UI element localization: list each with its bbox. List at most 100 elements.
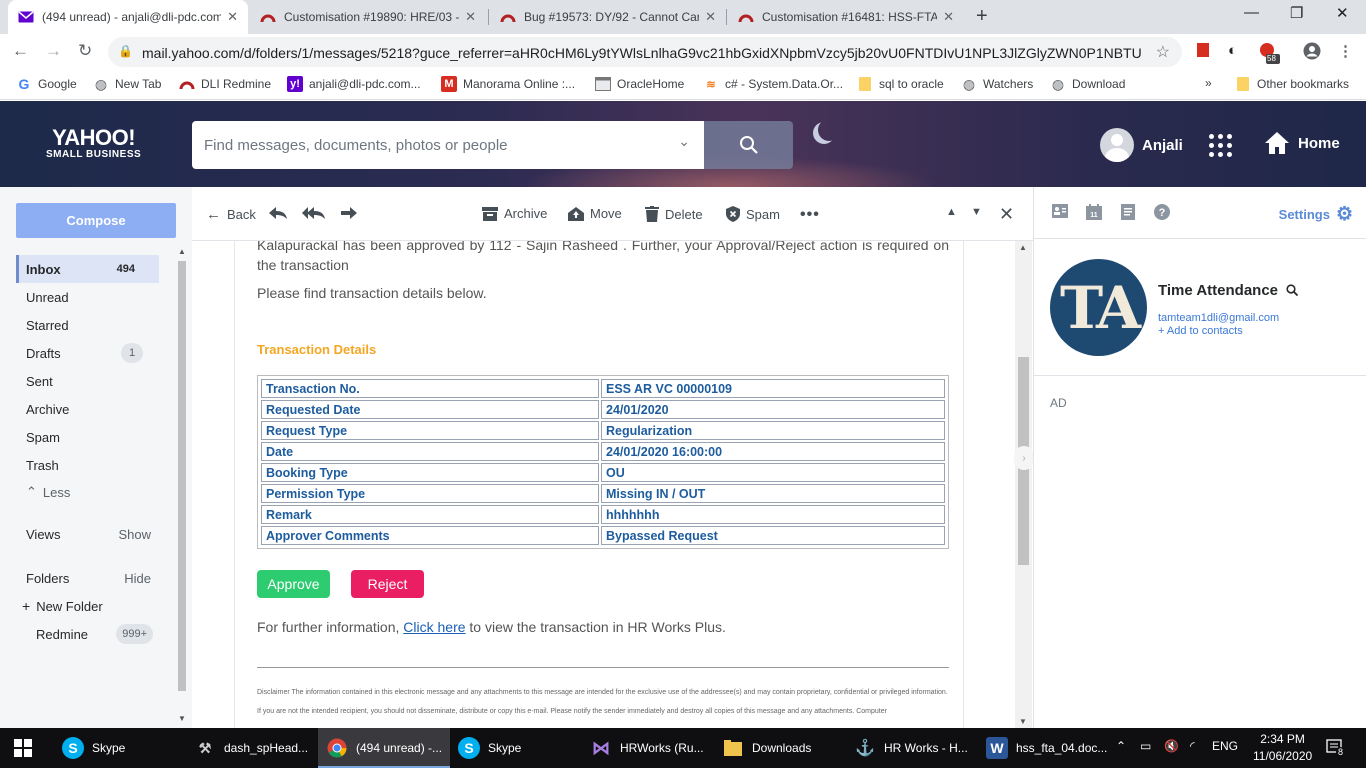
taskbar-item-skype-2[interactable]: S Skype — [450, 728, 582, 768]
calendar-icon[interactable]: 11 — [1086, 204, 1102, 224]
views-show-toggle[interactable]: Show — [118, 527, 151, 542]
bookmark-oraclehome[interactable]: OracleHome — [595, 76, 684, 92]
wifi-icon[interactable]: ◜ — [1190, 739, 1195, 753]
tab-redmine-19573[interactable]: Bug #19573: DY/92 - Cannot Car ✕ — [490, 0, 726, 34]
bookmark-stackoverflow[interactable]: ≋ c# - System.Data.Or... — [703, 76, 843, 92]
reload-icon[interactable]: ↻ — [78, 41, 92, 61]
taskbar-item-visual-studio[interactable]: ⋈ HRWorks (Ru... — [582, 728, 714, 768]
taskbar-item-word[interactable]: W hss_fta_04.doc... — [978, 728, 1110, 768]
notification-icon[interactable]: 8 — [1326, 739, 1346, 758]
new-tab-icon[interactable]: + — [976, 5, 988, 28]
restore-icon[interactable]: ❐ — [1290, 4, 1303, 22]
close-tab-icon[interactable]: ✕ — [227, 9, 238, 25]
folder-spam[interactable]: Spam — [16, 423, 159, 451]
more-actions-icon[interactable]: ••• — [800, 206, 820, 224]
delete-button[interactable]: Delete — [645, 206, 703, 222]
folder-inbox[interactable]: Inbox 494 — [16, 255, 159, 283]
taskbar-item-dash[interactable]: ⚒ dash_spHead... — [186, 728, 318, 768]
approve-button[interactable]: Approve — [257, 570, 330, 598]
bookmark-yahoo-mail[interactable]: y! anjali@dli-pdc.com... — [287, 76, 421, 92]
close-tab-icon[interactable]: ✕ — [943, 9, 954, 25]
reply-all-button[interactable] — [302, 206, 326, 220]
folder-starred[interactable]: Starred — [16, 311, 159, 339]
folder-unread[interactable]: Unread — [16, 283, 159, 311]
move-button[interactable]: Move — [568, 206, 622, 221]
help-icon[interactable]: ? — [1154, 204, 1170, 224]
language-indicator[interactable]: ENG — [1212, 739, 1238, 753]
taskbar-item-skype-1[interactable]: S Skype — [54, 728, 186, 768]
user-menu[interactable]: Anjali — [1100, 128, 1183, 162]
menu-kebab-icon[interactable]: ⋮ — [1338, 42, 1353, 60]
contact-email[interactable]: tamteam1dli@gmail.com — [1158, 312, 1279, 324]
folder-sent[interactable]: Sent — [16, 367, 159, 395]
extension-dark-icon[interactable]: ◐ — [1228, 42, 1237, 59]
tab-redmine-19890[interactable]: Customisation #19890: HRE/03 - ✕ — [250, 0, 486, 34]
start-button[interactable] — [14, 728, 36, 768]
extension-notify-icon[interactable]: 58 — [1258, 42, 1280, 68]
taskbar-item-downloads[interactable]: Downloads — [714, 728, 846, 768]
reply-button[interactable] — [268, 206, 288, 220]
contact-name[interactable]: Time Attendance — [1158, 282, 1278, 299]
folder-trash[interactable]: Trash — [16, 451, 159, 479]
close-message-icon[interactable]: ✕ — [999, 204, 1014, 225]
bookmark-new-tab[interactable]: ◍ New Tab — [93, 76, 162, 92]
archive-button[interactable]: Archive — [482, 206, 547, 221]
battery-icon[interactable]: ▭ — [1140, 739, 1151, 753]
bookmarks-overflow[interactable]: » — [1205, 76, 1212, 90]
contacts-icon[interactable] — [1052, 204, 1068, 222]
notepad-icon[interactable] — [1121, 204, 1135, 224]
new-folder-button[interactable]: + New Folder — [12, 592, 155, 620]
bookmark-watchers[interactable]: ◍ Watchers — [961, 76, 1033, 92]
close-tab-icon[interactable]: ✕ — [705, 9, 716, 25]
sidebar-scrollbar[interactable]: ▲ ▼ — [176, 247, 188, 723]
bookmark-manorama[interactable]: M Manorama Online :... — [441, 76, 575, 92]
chevron-up-icon[interactable]: ⌃ — [1116, 739, 1126, 753]
forward-arrow-icon[interactable]: → — [45, 41, 62, 61]
bookmark-download[interactable]: ◍ Download — [1050, 76, 1125, 92]
previous-message-icon[interactable]: ▲ — [946, 206, 957, 218]
lock-icon: 🔒 — [118, 44, 133, 58]
apps-grid-icon[interactable] — [1209, 134, 1232, 157]
folder-redmine[interactable]: Redmine 999+ — [26, 620, 159, 648]
next-message-icon[interactable]: ▼ — [971, 206, 982, 218]
bookmark-google[interactable]: G Google — [16, 76, 77, 92]
system-clock[interactable]: 2:34 PM 11/06/2020 — [1253, 731, 1312, 765]
tab-yahoo-mail[interactable]: (494 unread) - anjali@dli-pdc.com ✕ — [8, 0, 248, 34]
folder-drafts[interactable]: Drafts 1 — [16, 339, 159, 367]
reject-button[interactable]: Reject — [351, 570, 424, 598]
close-window-icon[interactable]: ✕ — [1336, 4, 1349, 22]
mail-search-input[interactable] — [192, 121, 652, 169]
minimize-icon[interactable]: — — [1244, 4, 1259, 21]
yahoo-logo[interactable]: YAHOO! SMALL BUSINESS — [46, 125, 141, 160]
message-scrollbar[interactable]: ▲ ▼ — [1015, 241, 1032, 728]
compose-button[interactable]: Compose — [16, 203, 176, 238]
back-button[interactable]: ← Back — [206, 206, 256, 223]
folder-archive[interactable]: Archive — [16, 395, 159, 423]
search-icon[interactable] — [1286, 284, 1299, 299]
tab-redmine-16481[interactable]: Customisation #16481: HSS-FTA/ ✕ — [728, 0, 964, 34]
bookmark-sql-to-oracle[interactable]: sql to oracle — [857, 76, 944, 92]
home-link[interactable]: Home — [1264, 131, 1340, 155]
less-toggle[interactable]: ⌃ Less — [16, 478, 159, 506]
profile-icon[interactable] — [1303, 42, 1321, 64]
search-button[interactable] — [704, 121, 793, 169]
forward-button[interactable] — [340, 206, 358, 220]
add-to-contacts-link[interactable]: + Add to contacts — [1158, 325, 1243, 337]
back-arrow-icon[interactable]: ← — [12, 41, 29, 61]
settings-link[interactable]: Settings ⚙ — [1279, 203, 1353, 226]
extension-red-icon[interactable] — [1196, 42, 1210, 62]
address-bar[interactable]: 🔒 mail.yahoo.com/d/folders/1/messages/52… — [108, 37, 1182, 67]
bookmark-dli-redmine[interactable]: DLI Redmine — [179, 76, 271, 92]
folders-hide-toggle[interactable]: Hide — [124, 571, 151, 586]
spam-button[interactable]: Spam — [726, 206, 780, 222]
right-panel: 11 ? Settings ⚙ TA Time Attendance tamte… — [1033, 187, 1366, 728]
chevron-right-icon[interactable]: › — [1014, 446, 1034, 470]
other-bookmarks[interactable]: Other bookmarks — [1235, 76, 1349, 92]
volume-icon[interactable]: 🔇 — [1164, 739, 1179, 753]
chevron-down-icon[interactable]: ⌄ — [678, 133, 690, 150]
bookmark-star-icon[interactable]: ☆ — [1156, 42, 1170, 62]
taskbar-item-chrome[interactable]: (494 unread) -... — [318, 728, 450, 768]
taskbar-item-hrworks[interactable]: ⚓ HR Works - H... — [846, 728, 978, 768]
click-here-link[interactable]: Click here — [403, 619, 465, 635]
close-tab-icon[interactable]: ✕ — [465, 9, 476, 25]
